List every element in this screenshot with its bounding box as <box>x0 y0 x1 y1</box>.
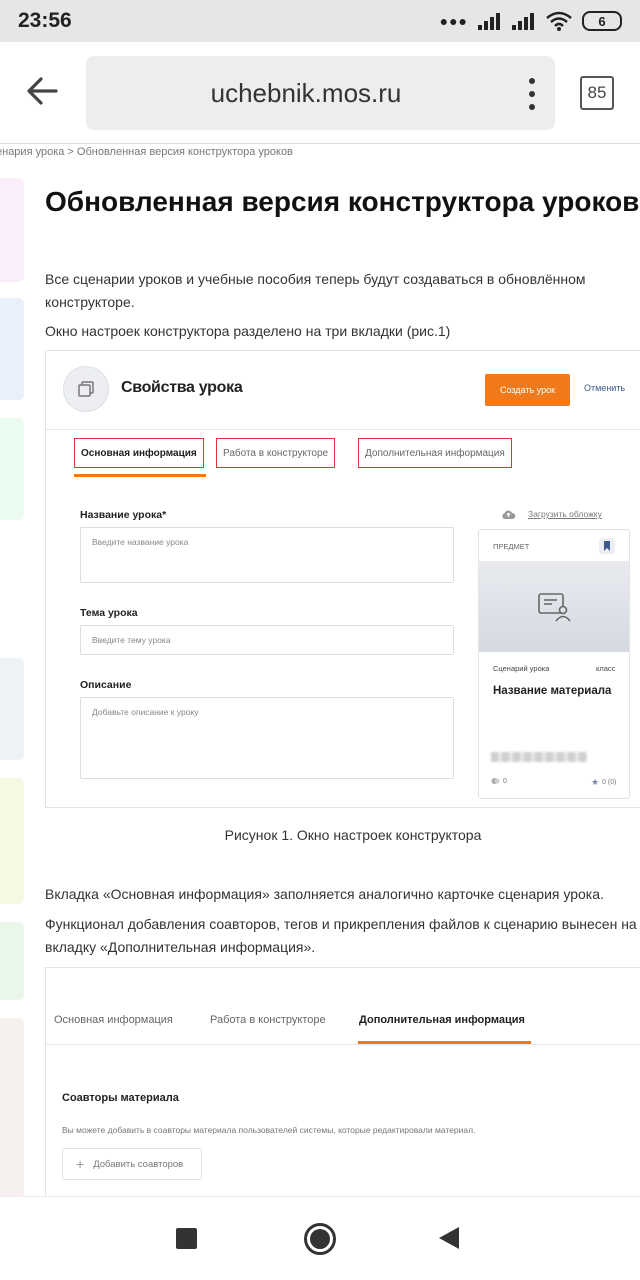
lesson-scenario-icon <box>538 592 571 622</box>
cloud-upload-icon <box>502 510 516 519</box>
figure-settings-window: Свойства урока Создать урок Отменить Осн… <box>45 350 640 808</box>
breadcrumb[interactable]: енария урока > Обновленная версия констр… <box>0 146 293 158</box>
plus-icon: + <box>76 1156 85 1172</box>
back-arrow-icon[interactable] <box>22 68 62 114</box>
star-icon: ★ <box>591 777 600 787</box>
browser-toolbar: uchebnik.mos.ru 85 <box>0 42 640 144</box>
battery-icon: 6 <box>582 11 622 31</box>
tab-constructor[interactable]: Работа в конструкторе <box>216 438 336 468</box>
side-decoration-strip <box>0 418 24 520</box>
side-decoration-strip <box>0 922 24 1000</box>
active-tab-indicator <box>74 474 206 477</box>
side-decoration-strip <box>0 1018 24 1196</box>
figure-caption: Рисунок 1. Окно настроек конструктора <box>224 827 482 843</box>
wifi-icon <box>546 11 572 31</box>
coauthors-description: Вы можете добавить в соавторы материала … <box>62 1125 476 1135</box>
intro-line-1: Все сценарии уроков и учебные пособия те… <box>45 271 586 287</box>
description-label: Описание <box>80 679 132 691</box>
page-content: енария урока > Обновленная версия констр… <box>0 144 640 1196</box>
card-rating-value: 0 (0) <box>602 779 617 786</box>
tabs-note: Окно настроек конструктора разделено на … <box>45 323 451 339</box>
material-card: ПРЕДМЕТ Сценарий урока класс Название ма… <box>478 529 630 799</box>
side-decoration-strip <box>0 298 24 400</box>
divider <box>46 429 640 430</box>
description-input[interactable]: Добавьте описание к уроку <box>80 697 454 779</box>
divider <box>46 1044 640 1045</box>
figure-additional-info: Основная информация Работа в конструктор… <box>45 967 640 1196</box>
card-cover-image <box>479 561 629 652</box>
cancel-link[interactable]: Отменить <box>584 383 625 393</box>
tab-basic-info[interactable]: Основная информация <box>74 438 204 468</box>
side-decoration-strip <box>0 178 24 282</box>
functional-line-2: вкладку «Дополнительная информация». <box>45 939 316 955</box>
menu-kebab-icon[interactable] <box>527 78 537 110</box>
lesson-properties-title: Свойства урока <box>121 379 243 396</box>
url-text[interactable]: uchebnik.mos.ru <box>86 56 526 130</box>
card-material-name: Название материала <box>493 685 612 697</box>
card-grade: класс <box>596 664 616 673</box>
lesson-topic-label: Тема урока <box>80 607 138 619</box>
intro-line-2: конструкторе. <box>45 294 135 310</box>
status-bar: 23:56 ●●● 6 <box>0 0 640 42</box>
signal-icon-2 <box>512 12 536 30</box>
tab-basic-info[interactable]: Основная информация <box>54 1014 173 1026</box>
lesson-name-input[interactable]: Введите название урока <box>80 527 454 583</box>
lesson-topic-input[interactable]: Введите тему урока <box>80 625 454 655</box>
recent-apps-icon[interactable] <box>176 1228 197 1249</box>
add-coauthors-button[interactable]: + Добавить соавторов <box>62 1148 202 1180</box>
views-icon <box>491 778 500 784</box>
notification-dots-icon: ●●● <box>439 13 468 29</box>
system-nav-bar <box>0 1196 640 1280</box>
tab-additional-info[interactable]: Дополнительная информация <box>358 438 512 468</box>
card-views-count: 0 <box>503 777 507 785</box>
functional-line-1: Функционал добавления соавторов, тегов и… <box>45 916 637 932</box>
address-bar[interactable]: uchebnik.mos.ru <box>86 56 555 130</box>
tab-additional-info[interactable]: Дополнительная информация <box>359 1014 525 1026</box>
basic-info-paragraph: Вкладка «Основная информация» заполняетс… <box>45 886 604 902</box>
side-decoration-strip <box>0 658 24 760</box>
coauthors-title: Соавторы материала <box>62 1092 179 1104</box>
status-icons: ●●● 6 <box>440 11 622 31</box>
tab-constructor[interactable]: Работа в конструкторе <box>210 1014 326 1026</box>
tab-switcher-button[interactable]: 85 <box>580 76 614 110</box>
lesson-name-label: Название урока* <box>80 509 167 521</box>
signal-icon <box>478 12 502 30</box>
copy-icon <box>78 381 94 397</box>
page-title: Обновленная версия конструктора уроков <box>45 186 640 217</box>
card-views: 0 <box>491 777 507 785</box>
lesson-avatar <box>63 366 109 412</box>
create-lesson-button[interactable]: Создать урок <box>485 374 570 406</box>
blurred-author <box>491 752 587 762</box>
upload-cover-link[interactable]: Загрузить обложку <box>501 508 602 520</box>
home-icon[interactable] <box>304 1223 336 1255</box>
card-subject: ПРЕДМЕТ <box>493 542 530 551</box>
bookmark-icon[interactable] <box>599 538 615 554</box>
status-time: 23:56 <box>18 9 72 32</box>
card-rating: ★ 0 (0) <box>591 777 616 788</box>
add-coauthors-label: Добавить соавторов <box>93 1158 184 1170</box>
card-type: Сценарий урока <box>493 664 550 673</box>
nav-back-icon[interactable] <box>439 1227 459 1249</box>
upload-cover-text[interactable]: Загрузить обложку <box>528 509 602 519</box>
